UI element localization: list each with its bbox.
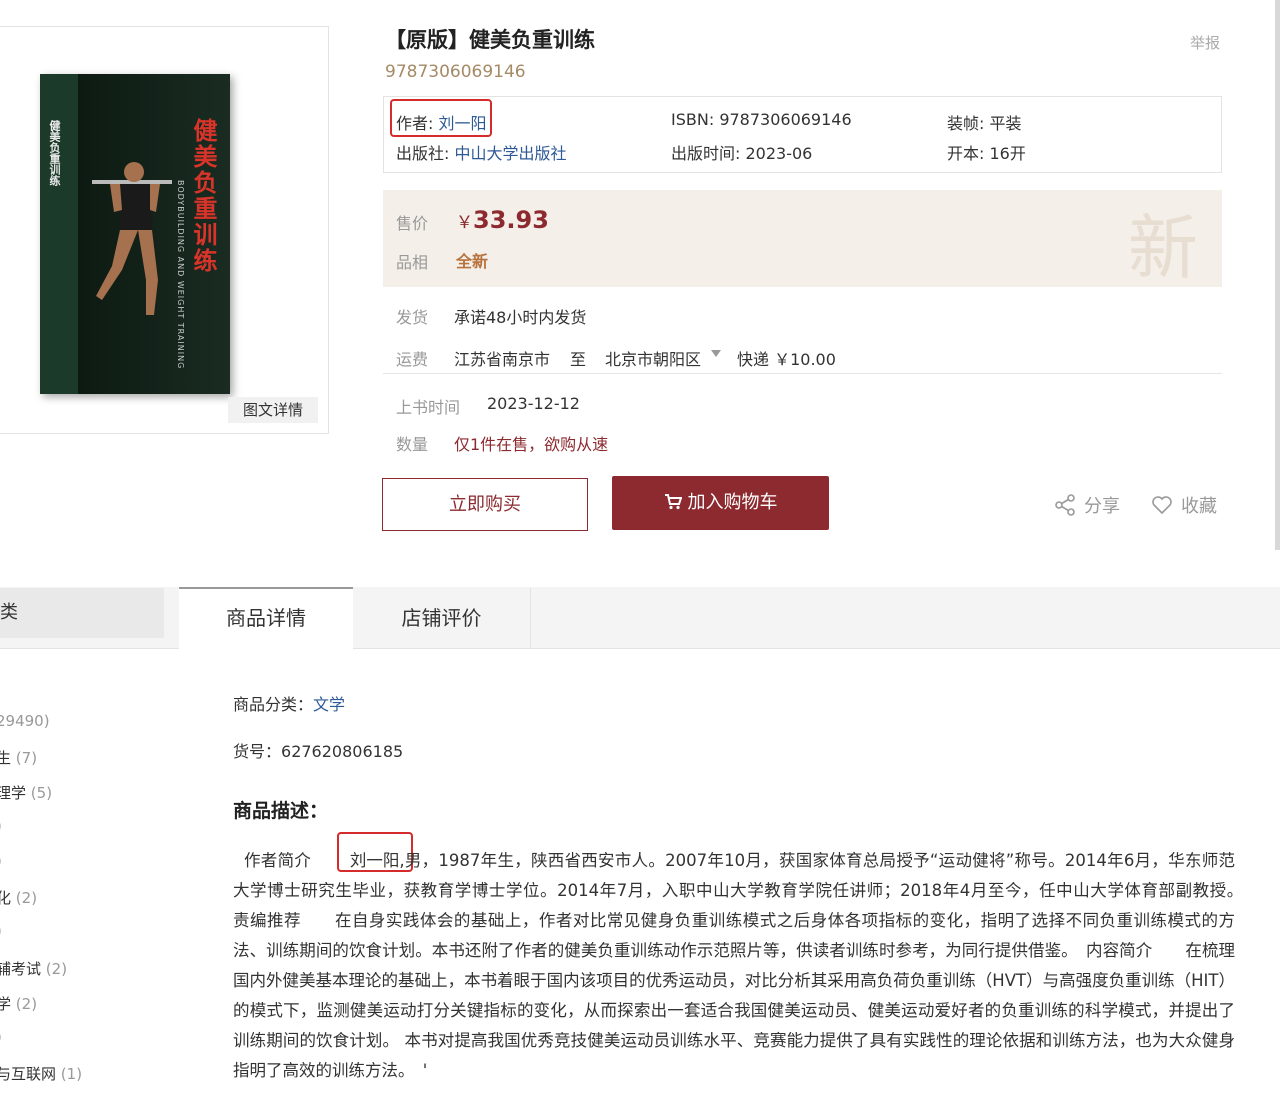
listed-label: 上书时间	[396, 398, 461, 417]
format-label: 开本:	[947, 144, 985, 163]
sidebar-category-item[interactable]: 化 (2)	[0, 887, 37, 908]
ship-to-select[interactable]: 北京市朝阳区	[605, 346, 701, 370]
publisher-link[interactable]: 中山大学出版社	[455, 144, 567, 163]
author-link[interactable]: 刘一阳	[439, 114, 487, 133]
pubdate-field: 出版时间: 2023-06	[671, 140, 812, 164]
format-field: 开本: 16开	[947, 140, 1026, 164]
cover-title: 健美负重训练	[189, 118, 217, 274]
desc-author-name: 刘一阳,	[349, 851, 405, 870]
sidebar-category-item[interactable]: 辅考试 (2)	[0, 958, 67, 979]
publisher-field: 出版社: 中山大学出版社	[396, 140, 567, 164]
price-value: ￥33.93	[456, 206, 549, 234]
sidebar-category-item[interactable]: 与互联网 (1)	[0, 1063, 82, 1084]
scrollbar[interactable]	[1275, 0, 1280, 550]
sidebar-category-item[interactable]: 29490)	[0, 712, 50, 730]
fee-label: 运费	[396, 350, 429, 369]
sidebar-category-item[interactable]: 生 (7)	[0, 747, 37, 768]
share-label: 分享	[1084, 496, 1120, 517]
ship-text: 承诺48小时内发货	[454, 308, 587, 327]
cover-english-title: BODYBUILDING AND WEIGHT TRAINING	[176, 180, 185, 370]
binding-label: 装帧:	[947, 114, 985, 133]
description-heading: 商品描述：	[233, 800, 329, 822]
qty-label: 数量	[396, 435, 429, 454]
product-description: 作者简介 刘一阳,男，1987年生，陕西省西安市人。2007年10月，获国家体育…	[233, 846, 1252, 1086]
share-icon	[1055, 494, 1075, 516]
cart-icon	[664, 494, 682, 510]
product-title: 【原版】健美负重训练	[385, 28, 595, 52]
sidebar-category-item[interactable]: )	[0, 922, 2, 940]
express-fee: 快递 ￥10.00	[737, 350, 836, 369]
tab-shop-reviews[interactable]: 店铺评价	[353, 588, 531, 648]
product-sku: 货号：627620806185	[233, 738, 403, 762]
price-panel	[383, 190, 1222, 287]
publisher-label: 出版社:	[396, 144, 450, 163]
condition-watermark: 新	[1128, 207, 1198, 289]
desc-prefix: 作者简介	[244, 851, 328, 870]
tab-product-detail[interactable]: 商品详情	[179, 587, 353, 649]
condition-value: 全新	[456, 252, 489, 271]
sku-label: 货号：	[233, 742, 282, 761]
binding-value: 平装	[989, 114, 1022, 133]
isbn-field: ISBN: 9787306069146	[671, 110, 852, 129]
listed-date: 2023-12-12	[487, 394, 580, 413]
price-label: 售价	[396, 214, 429, 233]
pubdate-label: 出版时间:	[671, 144, 741, 163]
binding-field: 装帧: 平装	[947, 110, 1022, 134]
report-link[interactable]: 举报	[1190, 32, 1220, 53]
heart-icon	[1152, 496, 1172, 515]
desc-body: 男，1987年生，陕西省西安市人。2007年10月，获国家体育总局授予“运动健将…	[233, 851, 1252, 1080]
pubdate-value: 2023-06	[745, 144, 813, 163]
image-detail-button[interactable]: 图文详情	[228, 397, 318, 423]
ship-label: 发货	[396, 308, 429, 327]
category-link[interactable]: 文学	[313, 695, 345, 714]
product-isbn-top: 9787306069146	[385, 62, 526, 82]
cover-spine-title: 健美负重训练	[48, 120, 61, 186]
divider	[383, 373, 1222, 374]
price-amount: 33.93	[473, 206, 549, 234]
sidebar-category-item[interactable]: )	[0, 852, 2, 870]
sidebar-category-item[interactable]: 理学 (5)	[0, 782, 52, 803]
currency-symbol: ￥	[456, 213, 473, 233]
sidebar-category-item[interactable]: )	[0, 1028, 2, 1046]
category-sidebar-header: 类	[0, 588, 164, 638]
sidebar-category-item[interactable]: )	[0, 817, 2, 835]
share-button[interactable]: 分享	[1054, 492, 1120, 518]
ship-from: 江苏省南京市	[454, 350, 551, 369]
sku-value: 627620806185	[281, 742, 404, 761]
favorite-label: 收藏	[1181, 496, 1217, 517]
favorite-button[interactable]: 收藏	[1151, 492, 1217, 518]
chevron-down-icon[interactable]	[711, 350, 721, 357]
author-label: 作者:	[396, 114, 434, 133]
condition-label: 品相	[396, 253, 429, 272]
ship-to-word: 至	[570, 350, 587, 369]
isbn-value: 9787306069146	[719, 110, 852, 129]
isbn-label: ISBN:	[671, 110, 715, 129]
cover-athlete-figure	[92, 162, 172, 315]
author-field: 作者: 刘一阳	[396, 110, 487, 134]
buy-now-button[interactable]: 立即购买	[382, 478, 588, 531]
format-value: 16开	[989, 144, 1026, 163]
category-label: 商品分类：	[233, 695, 314, 714]
qty-notice: 仅1件在售，欲购从速	[454, 435, 609, 454]
add-to-cart-button[interactable]: 加入购物车	[612, 476, 829, 530]
sidebar-category-item[interactable]: 学 (2)	[0, 993, 37, 1014]
add-to-cart-label: 加入购物车	[687, 492, 778, 513]
product-category: 商品分类：文学	[233, 691, 345, 715]
